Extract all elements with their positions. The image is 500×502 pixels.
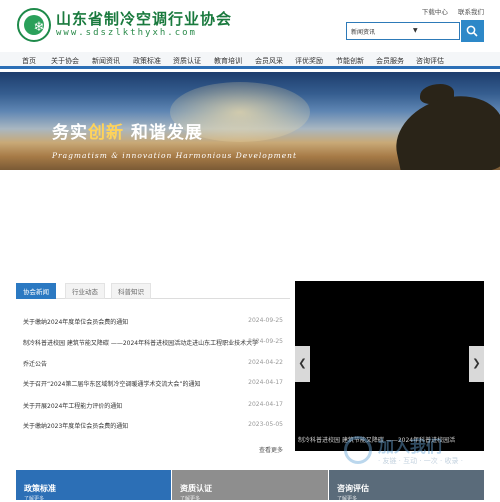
tab-association-news[interactable]: 协会新闻	[16, 283, 56, 299]
slogan-part-harmony: 和谐发展	[130, 123, 203, 143]
card-subtitle: 了解更多	[24, 496, 45, 502]
news-date: 2024-09-25	[248, 317, 283, 324]
search-category-select[interactable]: 新闻资讯	[351, 27, 375, 36]
news-title[interactable]: 关于召开“2024第二届华东区域制冷空调暖通学术交流大会”的通知	[23, 379, 201, 388]
watermark-title: 加入我们	[378, 437, 443, 456]
search-icon	[466, 25, 478, 37]
news-date: 2024-04-22	[248, 359, 283, 366]
card-certification[interactable]: 资质认证 了解更多	[172, 470, 328, 502]
nav-item-consulting[interactable]: 咨询评估	[416, 56, 444, 66]
contact-us-link[interactable]: 联系我们	[458, 8, 484, 16]
news-item[interactable]: 关于缴纳2024年度单位会员会费的通知 2024-09-25	[23, 317, 283, 331]
news-title[interactable]: 关于开展2024年工程能力评价的通知	[23, 401, 122, 410]
card-subtitle: 了解更多	[180, 496, 201, 502]
card-title: 资质认证	[180, 484, 212, 493]
site-url: www.sdszlkthyxh.com	[56, 28, 197, 38]
slider-prev-button[interactable]: ❮	[295, 346, 310, 382]
card-consulting[interactable]: 咨询评估 了解更多	[329, 470, 484, 502]
download-center-link[interactable]: 下载中心	[422, 8, 448, 16]
search-input[interactable]: 新闻资讯 ▼	[346, 22, 460, 40]
news-item[interactable]: 乔迁公告 2024-04-22	[23, 359, 283, 373]
nav-item-energy-saving[interactable]: 节能创新	[336, 56, 364, 66]
card-subtitle: 了解更多	[337, 496, 358, 502]
nav-item-home[interactable]: 首页	[22, 56, 36, 66]
news-panel: 协会新闻 行业动态 科普知识 关于缴纳2024年度单位会员会费的通知 2024-…	[16, 281, 290, 459]
watermark-subtitle: · 友链 · 互动 · 一次 · 收录 ·	[378, 457, 463, 465]
nav-item-about[interactable]: 关于协会	[51, 56, 79, 66]
association-logo[interactable]: ❄	[17, 8, 51, 42]
news-date: 2024-04-17	[248, 401, 283, 408]
news-tabs: 协会新闻 行业动态 科普知识	[16, 281, 290, 299]
news-item[interactable]: 制冷科普进校园 建筑节能又降碳 ——2024年科普进校园活动走进山东工程职业技术…	[23, 338, 283, 352]
main-nav: 首页 关于协会 新闻资讯 政策标准 资质认证 教育培训 会员风采 评优奖励 节能…	[0, 52, 500, 69]
news-date: 2024-04-17	[248, 379, 283, 386]
news-title[interactable]: 乔迁公告	[23, 359, 47, 368]
banner-slogan: 务实创新 和谐发展	[52, 118, 203, 143]
nav-item-member-services[interactable]: 会员服务	[376, 56, 404, 66]
news-item[interactable]: 关于缴纳2023年度单位会员会费的通知 2023-05-05	[23, 421, 283, 435]
tab-science-knowledge[interactable]: 科普知识	[111, 283, 151, 299]
news-title[interactable]: 制冷科普进校园 建筑节能又降碳 ——2024年科普进校园活动走进山东工程职业技术…	[23, 338, 258, 347]
slogan-part-pragmatism: 务实	[52, 123, 88, 143]
search-button[interactable]	[461, 20, 484, 42]
top-links: 下载中心 联系我们	[414, 6, 484, 16]
nav-item-policy[interactable]: 政策标准	[133, 56, 161, 66]
news-item[interactable]: 关于开展2024年工程能力评价的通知 2024-04-17	[23, 401, 283, 415]
tab-industry-news[interactable]: 行业动态	[65, 283, 105, 299]
news-date: 2024-09-25	[248, 338, 283, 345]
slider-next-button[interactable]: ❯	[469, 346, 484, 382]
logo-snowflake-icon: ❄	[24, 15, 44, 35]
card-policy-standards[interactable]: 政策标准 了解更多	[16, 470, 171, 502]
news-title[interactable]: 关于缴纳2024年度单位会员会费的通知	[23, 317, 128, 326]
site-title[interactable]: 山东省制冷空调行业协会	[56, 8, 232, 29]
news-title[interactable]: 关于缴纳2023年度单位会员会费的通知	[23, 421, 128, 430]
news-image-slider[interactable]: ❮ ❯ 制冷科普进校园 建筑节能又降碳 ——2024年科普进校园活	[295, 281, 484, 451]
chevron-down-icon: ▼	[413, 27, 418, 34]
card-title: 政策标准	[24, 484, 56, 493]
nav-item-awards[interactable]: 评优奖励	[295, 56, 323, 66]
watermark-logo-icon	[344, 436, 372, 464]
banner-rock	[387, 87, 500, 170]
nav-item-members-showcase[interactable]: 会员风采	[255, 56, 283, 66]
nav-item-certification[interactable]: 资质认证	[173, 56, 201, 66]
banner-slogan-english: Pragmatism & innovation Harmonious Devel…	[52, 151, 297, 160]
hero-banner: 务实创新 和谐发展 Pragmatism & innovation Harmon…	[0, 72, 500, 170]
nav-item-training[interactable]: 教育培训	[214, 56, 242, 66]
slogan-part-innovation: 创新	[88, 123, 124, 143]
header: ❄ 山东省制冷空调行业协会 www.sdszlkthyxh.com 下载中心 联…	[0, 0, 500, 48]
view-more-link[interactable]: 查看更多	[259, 445, 283, 454]
card-title: 咨询评估	[337, 484, 369, 493]
news-date: 2023-05-05	[248, 421, 283, 428]
nav-item-news[interactable]: 新闻资讯	[92, 56, 120, 66]
news-item[interactable]: 关于召开“2024第二届华东区域制冷空调暖通学术交流大会”的通知 2024-04…	[23, 379, 283, 393]
